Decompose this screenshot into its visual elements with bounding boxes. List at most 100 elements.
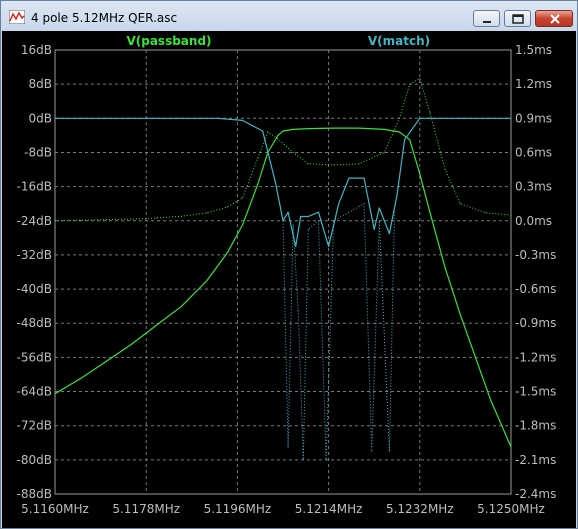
series-point [79, 219, 81, 221]
x-tick-label: 5.1232MHz [386, 502, 454, 516]
series-point [333, 164, 335, 166]
series-point [241, 224, 244, 226]
series-point [368, 203, 370, 205]
series-point [54, 220, 56, 222]
y-left-tick-label: -32dB [17, 248, 52, 262]
series-point [419, 77, 421, 80]
series-point [333, 220, 335, 222]
series-point [307, 228, 309, 230]
series-point [274, 181, 276, 183]
series-point [510, 446, 512, 448]
series-point [105, 361, 107, 363]
series-point [287, 211, 289, 213]
series-point [181, 215, 183, 217]
series-point [226, 206, 228, 208]
legend-label-2: V(match) [368, 34, 430, 48]
series-point [338, 203, 340, 205]
series-point [282, 130, 284, 132]
title-bar[interactable]: 4 pole 5.12MHz QER.asc [1, 1, 577, 35]
series-point [459, 314, 461, 316]
series-point [105, 219, 107, 221]
waveform-window: 4 pole 5.12MHz QER.asc 5.1160MHz 5.1178MH… [0, 0, 578, 529]
series-point [307, 127, 309, 130]
y-right-tick-label: 0.0ms [515, 214, 552, 228]
series-point [474, 356, 477, 358]
series-line-0 [54, 127, 512, 448]
series-point [388, 450, 390, 452]
series-point [358, 127, 360, 129]
y-right-tick-label: -2.1ms [515, 453, 556, 467]
y-right-tick-label: -2.4ms [515, 487, 556, 501]
series-point [79, 378, 81, 380]
series-point [485, 212, 487, 214]
y-left-tick-label: 8dB [29, 77, 52, 91]
series-point [333, 127, 335, 129]
maximize-button[interactable] [504, 10, 531, 27]
y-right-tick-label: 1.2ms [515, 77, 552, 91]
y-left-tick-label: -56dB [17, 350, 52, 364]
series-point [510, 117, 512, 119]
minimize-button[interactable] [473, 10, 500, 27]
series-point [54, 393, 56, 395]
y-left-tick-label: -88dB [17, 487, 52, 501]
series-point [257, 183, 259, 186]
series-point [277, 134, 279, 136]
x-tick-label: 5.1196MHz [204, 502, 272, 516]
series-point [297, 309, 299, 312]
series-point [373, 228, 375, 230]
series-point [241, 119, 244, 122]
series-point [262, 130, 264, 132]
series-point [396, 194, 398, 196]
series-point [155, 117, 157, 119]
x-tick-label: 5.1250MHz [477, 502, 545, 516]
series-point [130, 343, 132, 346]
series-point [300, 215, 302, 218]
series-point [371, 450, 373, 452]
series-point [181, 305, 183, 307]
y-right-tick-label: 0.6ms [515, 145, 552, 159]
x-tick-label: 5.1178MHz [112, 502, 180, 516]
series-point [398, 131, 401, 133]
y-right-tick-label: -1.8ms [515, 419, 556, 433]
y-right-tick-label: -0.6ms [515, 282, 556, 296]
series-point [302, 459, 304, 461]
series-point [216, 117, 218, 119]
series-point [429, 211, 431, 213]
series-point [393, 211, 396, 213]
close-icon [550, 14, 560, 24]
series-point [267, 131, 269, 133]
series-point [307, 215, 309, 218]
series-line-1 [54, 78, 512, 222]
waveform-chart[interactable]: 5.1160MHz 5.1178MHz 5.1196MHz 5.1214MHz 5.12… [2, 31, 576, 528]
series-point [206, 279, 208, 282]
y-right-tick-label: -0.9ms [515, 316, 556, 330]
series-point [510, 214, 512, 216]
series-point [317, 220, 320, 222]
y-right-tick-label: 0.9ms [515, 111, 552, 125]
plot-area[interactable]: 5.1160MHz 5.1178MHz 5.1196MHz 5.1214MHz 5.12… [2, 31, 576, 528]
minimize-icon [483, 21, 491, 23]
y-left-tick-label: -8dB [24, 145, 52, 159]
legend-label-0: V(passband) [126, 34, 211, 48]
series-point [292, 224, 294, 226]
series-point [292, 151, 294, 154]
series-point [358, 163, 360, 165]
series-point [363, 177, 365, 179]
series-point [378, 207, 380, 209]
series-point [206, 212, 208, 214]
y-left-tick-label: -48dB [17, 316, 52, 330]
series-point [363, 203, 365, 205]
series-point [459, 203, 461, 205]
series-point [459, 117, 461, 119]
series-point [282, 220, 284, 222]
series-point [277, 138, 279, 140]
series-point [226, 252, 228, 254]
series-point [404, 139, 406, 141]
series-point [155, 217, 157, 219]
close-button[interactable] [535, 10, 573, 27]
y-left-tick-label: -64dB [17, 385, 52, 399]
y-left-tick-label: -80dB [17, 453, 52, 467]
y-left-tick-label: -24dB [17, 214, 52, 228]
y-left-tick-label: 0dB [29, 111, 52, 125]
series-point [307, 163, 309, 165]
